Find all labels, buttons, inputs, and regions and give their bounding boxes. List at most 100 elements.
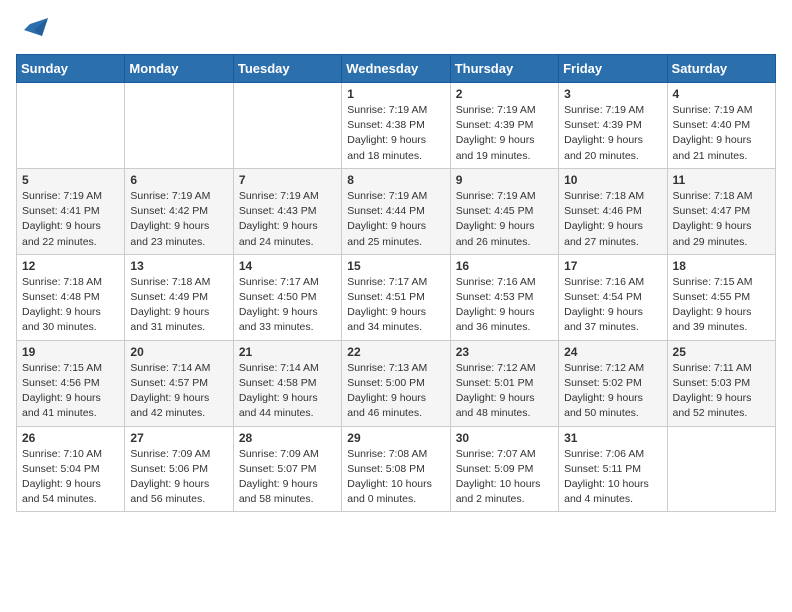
day-number: 30 [456,431,553,445]
calendar-cell: 4 Sunrise: 7:19 AM Sunset: 4:40 PM Daylig… [667,83,775,169]
day-info: Sunrise: 7:18 AM Sunset: 4:46 PM Dayligh… [564,189,661,250]
day-header-monday: Monday [125,55,233,83]
calendar-cell [233,83,341,169]
day-number: 31 [564,431,661,445]
calendar-table: SundayMondayTuesdayWednesdayThursdayFrid… [16,54,776,512]
day-number: 29 [347,431,444,445]
calendar-cell: 16 Sunrise: 7:16 AM Sunset: 4:53 PM Dayli… [450,254,558,340]
day-number: 24 [564,345,661,359]
day-number: 3 [564,87,661,101]
day-info: Sunrise: 7:19 AM Sunset: 4:43 PM Dayligh… [239,189,336,250]
day-header-sunday: Sunday [17,55,125,83]
header-row: SundayMondayTuesdayWednesdayThursdayFrid… [17,55,776,83]
day-number: 15 [347,259,444,273]
day-number: 8 [347,173,444,187]
day-number: 4 [673,87,770,101]
calendar-cell: 10 Sunrise: 7:18 AM Sunset: 4:46 PM Dayli… [559,168,667,254]
calendar-cell: 30 Sunrise: 7:07 AM Sunset: 5:09 PM Dayli… [450,426,558,512]
day-header-wednesday: Wednesday [342,55,450,83]
day-number: 20 [130,345,227,359]
calendar-cell: 6 Sunrise: 7:19 AM Sunset: 4:42 PM Daylig… [125,168,233,254]
day-info: Sunrise: 7:09 AM Sunset: 5:06 PM Dayligh… [130,447,227,508]
logo-icon [20,16,48,44]
day-number: 6 [130,173,227,187]
day-info: Sunrise: 7:16 AM Sunset: 4:54 PM Dayligh… [564,275,661,336]
calendar-cell: 11 Sunrise: 7:18 AM Sunset: 4:47 PM Dayli… [667,168,775,254]
calendar-cell: 17 Sunrise: 7:16 AM Sunset: 4:54 PM Dayli… [559,254,667,340]
day-number: 16 [456,259,553,273]
day-info: Sunrise: 7:16 AM Sunset: 4:53 PM Dayligh… [456,275,553,336]
calendar-cell: 8 Sunrise: 7:19 AM Sunset: 4:44 PM Daylig… [342,168,450,254]
day-info: Sunrise: 7:13 AM Sunset: 5:00 PM Dayligh… [347,361,444,422]
day-number: 18 [673,259,770,273]
day-info: Sunrise: 7:10 AM Sunset: 5:04 PM Dayligh… [22,447,119,508]
day-number: 13 [130,259,227,273]
calendar-cell: 15 Sunrise: 7:17 AM Sunset: 4:51 PM Dayli… [342,254,450,340]
day-info: Sunrise: 7:06 AM Sunset: 5:11 PM Dayligh… [564,447,661,508]
day-header-friday: Friday [559,55,667,83]
week-row-3: 12 Sunrise: 7:18 AM Sunset: 4:48 PM Dayli… [17,254,776,340]
day-number: 11 [673,173,770,187]
day-header-tuesday: Tuesday [233,55,341,83]
day-info: Sunrise: 7:09 AM Sunset: 5:07 PM Dayligh… [239,447,336,508]
calendar-cell: 25 Sunrise: 7:11 AM Sunset: 5:03 PM Dayli… [667,340,775,426]
day-number: 26 [22,431,119,445]
week-row-1: 1Sunrise: 7:19 AM Sunset: 4:38 PM Daylig… [17,83,776,169]
day-info: Sunrise: 7:07 AM Sunset: 5:09 PM Dayligh… [456,447,553,508]
calendar-cell: 23Sunrise: 7:12 AM Sunset: 5:01 PM Dayli… [450,340,558,426]
day-info: Sunrise: 7:18 AM Sunset: 4:49 PM Dayligh… [130,275,227,336]
day-info: Sunrise: 7:19 AM Sunset: 4:41 PM Dayligh… [22,189,119,250]
day-info: Sunrise: 7:08 AM Sunset: 5:08 PM Dayligh… [347,447,444,508]
day-number: 2 [456,87,553,101]
day-info: Sunrise: 7:17 AM Sunset: 4:51 PM Dayligh… [347,275,444,336]
day-info: Sunrise: 7:17 AM Sunset: 4:50 PM Dayligh… [239,275,336,336]
day-info: Sunrise: 7:19 AM Sunset: 4:39 PM Dayligh… [564,103,661,164]
calendar-cell: 26 Sunrise: 7:10 AM Sunset: 5:04 PM Dayli… [17,426,125,512]
calendar-cell: 29 Sunrise: 7:08 AM Sunset: 5:08 PM Dayli… [342,426,450,512]
calendar-cell: 18 Sunrise: 7:15 AM Sunset: 4:55 PM Dayli… [667,254,775,340]
calendar-cell: 9Sunrise: 7:19 AM Sunset: 4:45 PM Daylig… [450,168,558,254]
day-info: Sunrise: 7:18 AM Sunset: 4:47 PM Dayligh… [673,189,770,250]
calendar-cell: 12 Sunrise: 7:18 AM Sunset: 4:48 PM Dayli… [17,254,125,340]
day-info: Sunrise: 7:11 AM Sunset: 5:03 PM Dayligh… [673,361,770,422]
calendar-cell: 14 Sunrise: 7:17 AM Sunset: 4:50 PM Dayli… [233,254,341,340]
day-number: 21 [239,345,336,359]
calendar-cell: 7 Sunrise: 7:19 AM Sunset: 4:43 PM Daylig… [233,168,341,254]
calendar-cell: 19Sunrise: 7:15 AM Sunset: 4:56 PM Dayli… [17,340,125,426]
calendar-cell: 1Sunrise: 7:19 AM Sunset: 4:38 PM Daylig… [342,83,450,169]
logo [16,16,48,44]
calendar-cell: 22 Sunrise: 7:13 AM Sunset: 5:00 PM Dayli… [342,340,450,426]
day-info: Sunrise: 7:19 AM Sunset: 4:42 PM Dayligh… [130,189,227,250]
calendar-cell [667,426,775,512]
day-number: 23 [456,345,553,359]
calendar-cell: 27 Sunrise: 7:09 AM Sunset: 5:06 PM Dayli… [125,426,233,512]
calendar-cell: 13 Sunrise: 7:18 AM Sunset: 4:49 PM Dayli… [125,254,233,340]
day-info: Sunrise: 7:15 AM Sunset: 4:55 PM Dayligh… [673,275,770,336]
calendar-cell [17,83,125,169]
calendar-cell: 31 Sunrise: 7:06 AM Sunset: 5:11 PM Dayli… [559,426,667,512]
day-info: Sunrise: 7:14 AM Sunset: 4:57 PM Dayligh… [130,361,227,422]
week-row-2: 5 Sunrise: 7:19 AM Sunset: 4:41 PM Daylig… [17,168,776,254]
day-number: 27 [130,431,227,445]
day-header-thursday: Thursday [450,55,558,83]
day-number: 22 [347,345,444,359]
day-number: 10 [564,173,661,187]
day-number: 14 [239,259,336,273]
day-number: 7 [239,173,336,187]
day-number: 5 [22,173,119,187]
day-number: 25 [673,345,770,359]
day-info: Sunrise: 7:19 AM Sunset: 4:40 PM Dayligh… [673,103,770,164]
calendar-cell: 20 Sunrise: 7:14 AM Sunset: 4:57 PM Dayli… [125,340,233,426]
day-info: Sunrise: 7:19 AM Sunset: 4:44 PM Dayligh… [347,189,444,250]
day-info: Sunrise: 7:15 AM Sunset: 4:56 PM Dayligh… [22,361,119,422]
day-number: 17 [564,259,661,273]
calendar-cell: 24 Sunrise: 7:12 AM Sunset: 5:02 PM Dayli… [559,340,667,426]
calendar-cell [125,83,233,169]
day-info: Sunrise: 7:12 AM Sunset: 5:02 PM Dayligh… [564,361,661,422]
week-row-4: 19Sunrise: 7:15 AM Sunset: 4:56 PM Dayli… [17,340,776,426]
day-info: Sunrise: 7:18 AM Sunset: 4:48 PM Dayligh… [22,275,119,336]
day-number: 12 [22,259,119,273]
calendar-cell: 3 Sunrise: 7:19 AM Sunset: 4:39 PM Daylig… [559,83,667,169]
day-number: 28 [239,431,336,445]
day-info: Sunrise: 7:14 AM Sunset: 4:58 PM Dayligh… [239,361,336,422]
